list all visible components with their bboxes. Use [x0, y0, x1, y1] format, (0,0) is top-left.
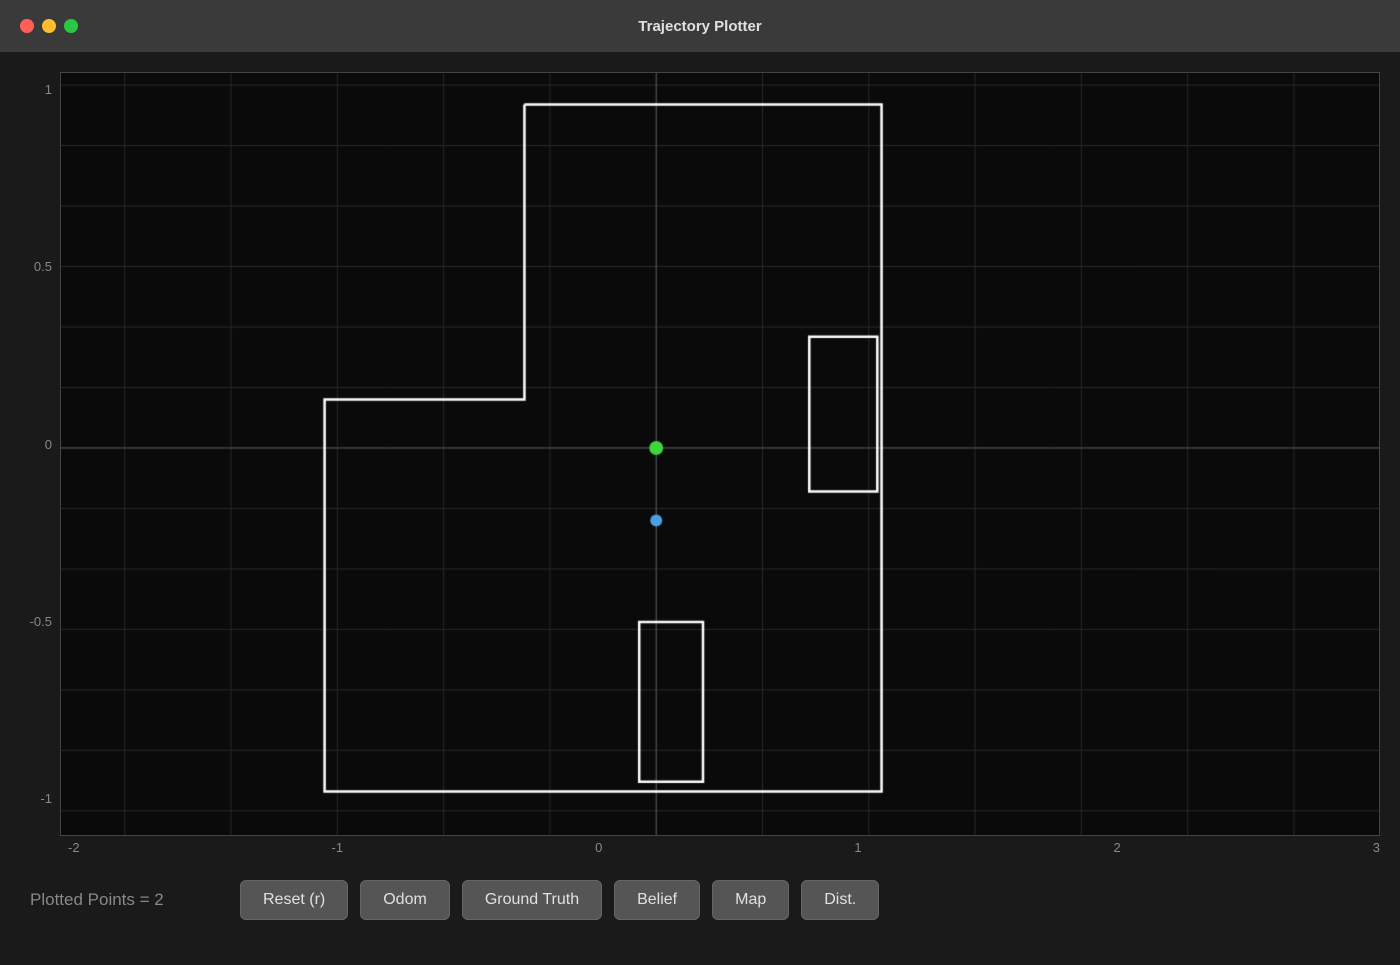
x-label-neg2: -2: [68, 840, 80, 855]
traffic-lights: [20, 19, 78, 33]
y-label-1: 1: [20, 82, 52, 97]
maximize-button[interactable]: [64, 19, 78, 33]
y-label-neg0.5: -0.5: [20, 614, 52, 629]
x-label-2: 2: [1114, 840, 1121, 855]
y-label-0: 0: [20, 437, 52, 452]
x-label-3: 3: [1373, 840, 1380, 855]
minimize-button[interactable]: [42, 19, 56, 33]
plot-canvas: [61, 73, 1379, 835]
ground-truth-button[interactable]: Ground Truth: [462, 880, 602, 920]
main-content: 1 0.5 0 -0.5 -1 -2 -1 0 1 2: [0, 52, 1400, 965]
dist-button[interactable]: Dist.: [801, 880, 879, 920]
y-label-neg1: -1: [20, 791, 52, 806]
x-label-1: 1: [854, 840, 861, 855]
odom-button[interactable]: Odom: [360, 880, 450, 920]
y-label-0.5: 0.5: [20, 259, 52, 274]
chart-container: [60, 72, 1380, 836]
belief-button[interactable]: Belief: [614, 880, 700, 920]
title-bar: Trajectory Plotter: [0, 0, 1400, 52]
window-title: Trajectory Plotter: [638, 18, 761, 35]
close-button[interactable]: [20, 19, 34, 33]
plotted-points-label: Plotted Points = 2: [30, 890, 220, 910]
chart-area: 1 0.5 0 -0.5 -1 -2 -1 0 1 2: [20, 72, 1380, 855]
x-label-0: 0: [595, 840, 602, 855]
reset-button[interactable]: Reset (r): [240, 880, 348, 920]
control-buttons: Reset (r) Odom Ground Truth Belief Map D…: [240, 880, 879, 920]
x-label-neg1: -1: [332, 840, 344, 855]
bottom-bar: Plotted Points = 2 Reset (r) Odom Ground…: [20, 855, 1380, 945]
x-axis: -2 -1 0 1 2 3: [20, 836, 1380, 855]
map-button[interactable]: Map: [712, 880, 789, 920]
y-axis: 1 0.5 0 -0.5 -1: [20, 72, 60, 836]
